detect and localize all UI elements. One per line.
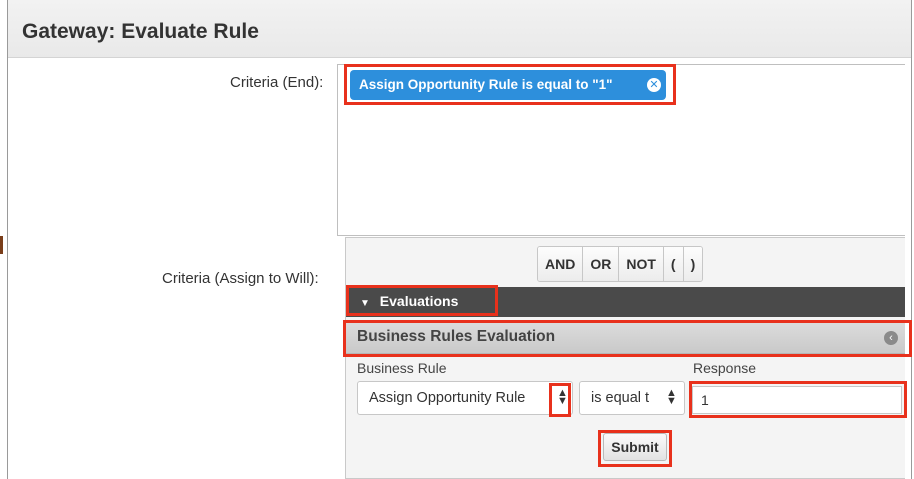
and-button[interactable]: AND (538, 247, 584, 281)
business-rules-title: Business Rules Evaluation (357, 328, 556, 345)
close-circle-icon[interactable]: ✕ (647, 78, 661, 92)
business-rule-value: Assign Opportunity Rule (369, 390, 526, 406)
open-paren-button[interactable]: ( (663, 247, 684, 281)
criteria-pill-label: Assign Opportunity Rule is equal to "1" (359, 77, 613, 92)
response-input[interactable]: 1 (692, 386, 902, 414)
operator-bar: AND OR NOT ( ) (537, 246, 704, 282)
evaluations-toggle[interactable]: ▼ Evaluations (360, 293, 458, 309)
criteria-assign-label: Criteria (Assign to Will): (162, 270, 319, 287)
not-button[interactable]: NOT (619, 247, 664, 281)
business-rule-label: Business Rule (357, 360, 447, 376)
select-arrows-icon[interactable]: ▲ ▼ (557, 388, 568, 407)
caret-down-icon: ▼ (360, 298, 370, 309)
operator-value: is equal t (591, 390, 650, 406)
response-label: Response (693, 360, 757, 376)
response-value: 1 (701, 392, 709, 408)
or-button[interactable]: OR (583, 247, 620, 281)
operator-select-arrows-icon[interactable]: ▲ ▼ (666, 388, 677, 407)
submit-button[interactable]: Submit (603, 433, 667, 461)
collapse-arrow-icon[interactable]: ‹ (884, 331, 898, 345)
evaluations-title: Evaluations (379, 293, 459, 309)
panel-header: Gateway: Evaluate Rule (8, 0, 911, 58)
close-paren-button[interactable]: ) (683, 247, 703, 281)
business-rule-select[interactable]: Assign Opportunity Rule (357, 381, 573, 415)
criteria-end-label: Criteria (End): (230, 74, 324, 91)
page-title: Gateway: Evaluate Rule (22, 20, 259, 43)
criteria-pill[interactable]: Assign Opportunity Rule is equal to "1" … (350, 70, 666, 100)
left-edge-mark (0, 236, 3, 254)
